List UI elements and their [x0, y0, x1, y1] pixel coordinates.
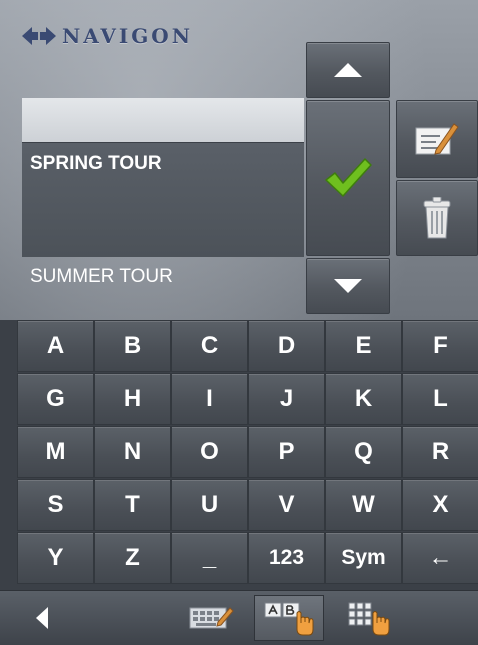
key-t[interactable]: T [94, 479, 171, 531]
key-h[interactable]: H [94, 373, 171, 425]
trash-icon [423, 197, 451, 239]
key-symbols[interactable]: Sym [325, 532, 402, 584]
key-q[interactable]: Q [325, 426, 402, 478]
list-item-label: SUMMER TOUR [30, 266, 173, 287]
key-g[interactable]: G [17, 373, 94, 425]
key-b[interactable]: B [94, 320, 171, 372]
key-o[interactable]: O [171, 426, 248, 478]
key-f[interactable]: F [402, 320, 478, 372]
key-e[interactable]: E [325, 320, 402, 372]
keyboard-qwerty-icon [189, 607, 234, 629]
scroll-down-button[interactable] [306, 258, 390, 314]
key-y[interactable]: Y [17, 532, 94, 584]
keyboard-abc-button[interactable] [254, 595, 324, 641]
key-backspace[interactable]: ← [402, 532, 478, 584]
key-x[interactable]: X [402, 479, 478, 531]
brand-logo: NAVIGON [22, 22, 193, 50]
list-item-label: SPRING TOUR [30, 153, 162, 174]
list-item[interactable]: SUMMER TOUR [22, 258, 304, 300]
triangle-up-icon [334, 63, 362, 77]
key-c[interactable]: C [171, 320, 248, 372]
back-button[interactable] [20, 595, 64, 641]
key-k[interactable]: K [325, 373, 402, 425]
on-screen-keyboard: A B C D E F G H I J K L M N O P Q R S T … [0, 320, 478, 590]
key-u[interactable]: U [171, 479, 248, 531]
keyboard-qwerty-button[interactable] [176, 595, 246, 641]
list-item-empty[interactable] [22, 98, 304, 142]
scroll-up-button[interactable] [306, 42, 390, 98]
navigon-arrows-icon [22, 27, 56, 45]
key-i[interactable]: I [171, 373, 248, 425]
key-d[interactable]: D [248, 320, 325, 372]
key-l[interactable]: L [402, 373, 478, 425]
triangle-down-icon [334, 279, 362, 293]
keypad-button[interactable] [334, 595, 404, 641]
key-n[interactable]: N [94, 426, 171, 478]
key-p[interactable]: P [248, 426, 325, 478]
key-r[interactable]: R [402, 426, 478, 478]
app-window: NAVIGON SPRING TOUR SUMMER TOUR A B C D … [0, 0, 478, 645]
key-a[interactable]: A [17, 320, 94, 372]
key-numbers[interactable]: 123 [248, 532, 325, 584]
key-v[interactable]: V [248, 479, 325, 531]
key-m[interactable]: M [17, 426, 94, 478]
key-j[interactable]: J [248, 373, 325, 425]
delete-button[interactable] [396, 180, 478, 256]
key-w[interactable]: W [325, 479, 402, 531]
keyboard-abc-icon [264, 602, 314, 636]
edit-button[interactable] [396, 100, 478, 178]
brand-name: NAVIGON [62, 24, 193, 48]
list-item-selected[interactable]: SPRING TOUR [22, 142, 304, 257]
bottom-toolbar [0, 590, 478, 645]
checkmark-icon [325, 158, 372, 197]
confirm-button[interactable] [306, 100, 390, 256]
key-space[interactable]: _ [171, 532, 248, 584]
back-arrow-icon [36, 607, 48, 629]
key-z[interactable]: Z [94, 532, 171, 584]
keypad-icon [348, 602, 390, 636]
edit-icon [415, 123, 459, 155]
key-s[interactable]: S [17, 479, 94, 531]
